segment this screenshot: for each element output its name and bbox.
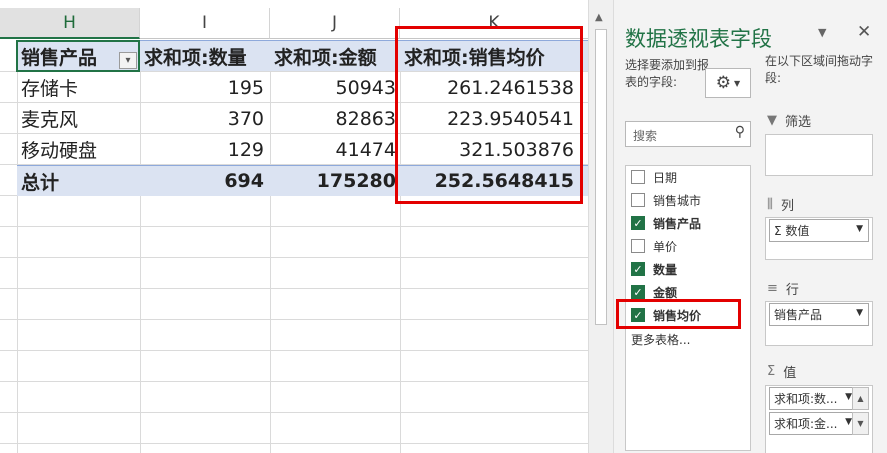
chevron-down-icon: ▼ xyxy=(856,308,863,318)
quantity-cell[interactable]: 195 xyxy=(140,72,270,103)
chip-label: 销售产品 xyxy=(774,308,823,322)
gridline xyxy=(0,226,588,227)
gridline xyxy=(0,319,588,320)
rows-drop-zone[interactable]: 销售产品 ▼ xyxy=(765,301,873,346)
rows-area-label: ≡ 行 xyxy=(767,281,799,298)
columns-icon: ⫼ xyxy=(767,197,773,212)
chip-label: 求和项:数... xyxy=(774,392,838,406)
chevron-down-icon: ▼ xyxy=(856,224,863,234)
total-quantity-cell[interactable]: 694 xyxy=(140,165,270,196)
field-item-date[interactable]: 日期 xyxy=(631,167,677,187)
search-placeholder: 搜索 xyxy=(633,129,658,143)
filters-area-label: ▼ 筛选 xyxy=(767,113,812,130)
pivot-header-quantity[interactable]: 求和项:数量 xyxy=(140,40,270,71)
field-item-sales-city[interactable]: 销售城市 xyxy=(631,190,701,210)
vertical-scrollbar[interactable]: ▲ xyxy=(588,0,613,453)
field-label: 销售城市 xyxy=(653,193,702,208)
filter-dropdown-icon[interactable]: ▾ xyxy=(119,52,137,69)
columns-area-label: ⫼ 列 xyxy=(767,197,794,214)
field-label: 单价 xyxy=(653,239,678,254)
field-item-sales-product[interactable]: ✓ 销售产品 xyxy=(631,213,701,233)
chevron-down-icon: ▼ xyxy=(845,392,852,402)
values-area-label: Σ值 xyxy=(767,364,797,381)
total-amount-cell[interactable]: 175280 xyxy=(270,165,400,196)
checkbox-checked-icon[interactable]: ✓ xyxy=(631,216,645,230)
gridline xyxy=(0,257,588,258)
column-header-i[interactable]: I xyxy=(140,8,270,39)
close-icon[interactable]: ✕ xyxy=(857,22,871,42)
field-item-amount[interactable]: ✓ 金额 xyxy=(631,282,677,302)
pivot-header-avg-price[interactable]: 求和项:销售均价 xyxy=(400,40,588,71)
checkbox-icon[interactable] xyxy=(631,239,645,253)
search-input[interactable]: 搜索 ⚲ xyxy=(625,121,751,147)
field-item-avg-price[interactable]: ✓ 销售均价 xyxy=(631,305,701,325)
pane-title: 数据透视表字段 xyxy=(625,27,772,51)
field-list: 日期 销售城市 ✓ 销售产品 单价 ✓ 数量 ✓ 金额 ✓ 销售均价 更多表格... xyxy=(625,165,751,451)
field-label: 数量 xyxy=(653,262,678,277)
chip-label: Σ 数值 xyxy=(774,224,810,238)
columns-drop-zone[interactable]: Σ 数值 ▼ xyxy=(765,217,873,260)
amount-cell[interactable]: 50943 xyxy=(270,72,400,103)
scrollbar-thumb[interactable] xyxy=(595,29,607,325)
drag-fields-label: 在以下区域间拖动字段: xyxy=(765,54,874,85)
field-label: 金额 xyxy=(653,285,678,300)
rows-field-chip[interactable]: 销售产品 ▼ xyxy=(769,303,869,326)
filters-drop-zone[interactable] xyxy=(765,134,873,176)
more-tables-link[interactable]: 更多表格... xyxy=(631,331,690,348)
column-header-h[interactable]: H xyxy=(0,8,140,39)
chevron-down-icon: ▼ xyxy=(734,78,741,88)
quantity-cell[interactable]: 370 xyxy=(140,103,270,134)
scroll-down-icon[interactable]: ▼ xyxy=(852,412,869,435)
gridline xyxy=(0,412,588,413)
pivot-header-amount[interactable]: 求和项:金额 xyxy=(270,40,400,71)
field-label: 销售均价 xyxy=(653,308,702,323)
gridline xyxy=(0,381,588,382)
values-field-chip[interactable]: 求和项:数... ▼ xyxy=(769,387,856,410)
field-label: 销售产品 xyxy=(653,216,702,231)
quantity-cell[interactable]: 129 xyxy=(140,134,270,165)
search-icon: ⚲ xyxy=(734,124,745,140)
avg-price-cell[interactable]: 321.503876 xyxy=(400,134,588,165)
column-header-j[interactable]: J xyxy=(270,8,400,39)
pane-options-dropdown-icon[interactable]: ▼ xyxy=(818,26,826,39)
scroll-up-icon[interactable]: ▲ xyxy=(595,12,603,23)
scroll-up-icon[interactable]: ▲ xyxy=(852,387,869,410)
total-avg-price-cell[interactable]: 252.5648415 xyxy=(400,165,588,196)
amount-cell[interactable]: 41474 xyxy=(270,134,400,165)
rows-icon: ≡ xyxy=(767,281,778,296)
choose-fields-label: 选择要添加到报表的字段: xyxy=(625,58,710,89)
chip-label: 求和项:金... xyxy=(774,417,838,431)
row-label-cell[interactable]: 存储卡 xyxy=(17,72,140,103)
columns-field-chip[interactable]: Σ 数值 ▼ xyxy=(769,219,869,242)
tools-button[interactable]: ⚙ ▼ xyxy=(705,68,751,98)
spreadsheet-grid: H I J K 销售产品 求和项:数量 求和项:金额 求和项:销售均价 ▾ 存储… xyxy=(0,0,588,453)
amount-cell[interactable]: 82863 xyxy=(270,103,400,134)
checkbox-checked-icon[interactable]: ✓ xyxy=(631,262,645,276)
gear-icon: ⚙ xyxy=(715,73,732,93)
gridline xyxy=(0,288,588,289)
column-header-k[interactable]: K xyxy=(400,8,588,39)
row-label-cell[interactable]: 麦克风 xyxy=(17,103,140,134)
chevron-down-icon: ▼ xyxy=(845,417,852,427)
gridline xyxy=(0,350,588,351)
checkbox-icon[interactable] xyxy=(631,170,645,184)
field-item-quantity[interactable]: ✓ 数量 xyxy=(631,259,677,279)
field-item-unit-price[interactable]: 单价 xyxy=(631,236,677,256)
gridline xyxy=(0,443,588,444)
avg-price-cell[interactable]: 261.2461538 xyxy=(400,72,588,103)
total-label-cell[interactable]: 总计 xyxy=(17,165,140,196)
checkbox-checked-icon[interactable]: ✓ xyxy=(631,285,645,299)
sigma-icon: Σ xyxy=(767,364,776,379)
pivot-field-pane: 数据透视表字段 ▼ ✕ 选择要添加到报表的字段: ⚙ ▼ 在以下区域间拖动字段: … xyxy=(613,0,887,453)
filter-icon: ▼ xyxy=(767,113,777,128)
avg-price-cell[interactable]: 223.9540541 xyxy=(400,103,588,134)
values-field-chip[interactable]: 求和项:金... ▼ xyxy=(769,412,856,435)
row-label-cell[interactable]: 移动硬盘 xyxy=(17,134,140,165)
checkbox-checked-icon[interactable]: ✓ xyxy=(631,308,645,322)
values-drop-zone[interactable]: 求和项:数... ▼ ▲ 求和项:金... ▼ ▼ xyxy=(765,385,873,453)
field-label: 日期 xyxy=(653,170,678,185)
checkbox-icon[interactable] xyxy=(631,193,645,207)
